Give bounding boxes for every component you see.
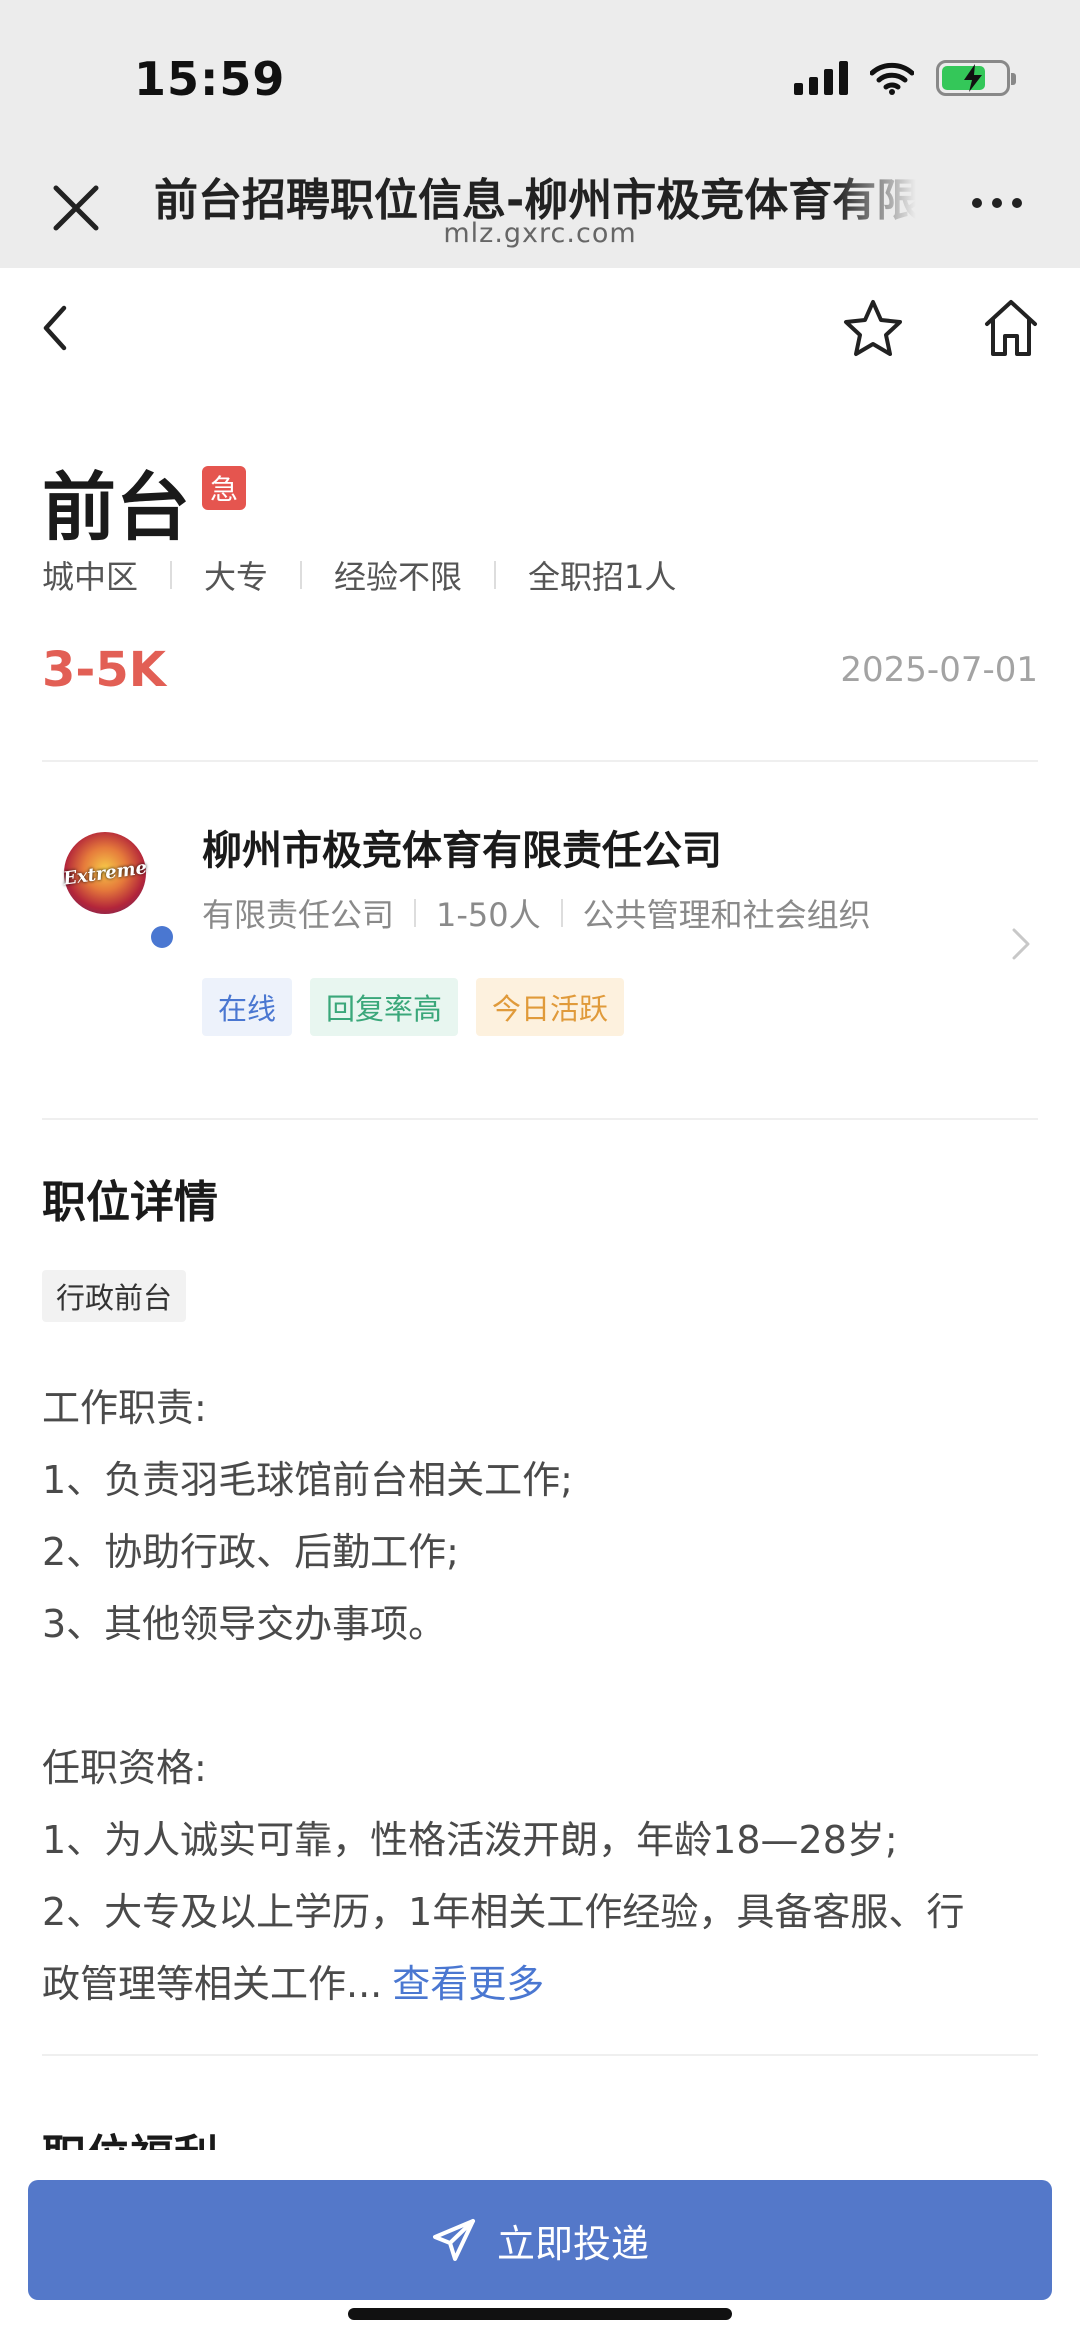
job-title: 前台 (42, 465, 190, 551)
apply-button[interactable]: 立即投递 (28, 2180, 1052, 2300)
status-icons (794, 58, 1016, 98)
section-divider (42, 760, 1038, 762)
urgent-badge: 急 (202, 466, 246, 510)
divider (414, 899, 417, 927)
home-indicator (348, 2308, 732, 2320)
section-divider (42, 1118, 1038, 1120)
description-line: 2、大专及以上学历，1年相关工作经验，具备客服、行 (42, 1890, 965, 1934)
company-name: 柳州市极竞体育有限责任公司 (202, 828, 722, 874)
job-meta: 城中区 大专 经验不限 全职招1人 (42, 552, 676, 598)
favorite-star-icon[interactable] (842, 298, 904, 360)
divider (170, 561, 173, 589)
divider (560, 899, 563, 927)
home-icon[interactable] (982, 298, 1040, 358)
company-logo: Extreme (61, 832, 149, 914)
job-experience: 经验不限 (334, 558, 463, 596)
job-type: 全职招1人 (528, 558, 677, 596)
job-category-tag: 行政前台 (42, 1270, 187, 1322)
company-meta: 有限责任公司 1-50人 公共管理和社会组织 (202, 890, 871, 936)
send-icon (432, 2219, 475, 2261)
tag-online: 在线 (202, 978, 293, 1036)
post-date: 2025-07-01 (840, 650, 1038, 690)
company-tags: 在线 回复率高 今日活跃 (202, 978, 625, 1036)
chevron-right-icon (1012, 928, 1030, 960)
more-options-button[interactable] (972, 198, 1022, 208)
logo-text: Extreme (61, 856, 149, 890)
description-line: 1、负责羽毛球馆前台相关工作; (42, 1458, 573, 1502)
salary: 3-5K (42, 642, 166, 698)
battery-icon (936, 60, 1016, 96)
back-icon[interactable] (36, 300, 76, 356)
company-size: 1-50人 (436, 896, 541, 934)
page-title: 前台招聘职位信息-柳州市极竞体育有限责任公司 (154, 164, 916, 220)
page-url: mlz.gxrc.com (443, 218, 637, 249)
tag-reply-rate: 回复率高 (310, 978, 459, 1036)
job-education: 大专 (204, 558, 269, 596)
divider (494, 561, 497, 589)
description-last-line: 政管理等相关工作... 查看更多 (42, 1948, 1042, 2020)
description-line: 工作职责: (42, 1386, 207, 1430)
description-line: 1、为人诚实可靠，性格活泼开朗，年龄18—28岁; (42, 1818, 898, 1862)
wifi-icon (870, 62, 914, 95)
section-title-benefits: 职位福利 (42, 2120, 218, 2150)
divider (300, 561, 303, 589)
job-location: 城中区 (42, 558, 139, 596)
view-more-link[interactable]: 查看更多 (392, 1962, 544, 2006)
status-time: 15:59 (134, 52, 286, 106)
company-type: 有限责任公司 (202, 896, 395, 934)
online-status-dot (151, 926, 173, 948)
section-title-job-details: 职位详情 (42, 1177, 218, 1228)
description-line-text: 政管理等相关工作... (42, 1962, 383, 2006)
job-description: 工作职责: 1、负责羽毛球馆前台相关工作; 2、协助行政、后勤工作; 3、其他领… (42, 1372, 1042, 2020)
apply-button-label: 立即投递 (496, 2221, 649, 2266)
browser-header: 15:59 前台招聘职位信息-柳州市极竞体育有限责任公司 mlz.gxrc.co… (0, 0, 1080, 268)
cellular-signal-icon (794, 61, 848, 95)
tag-active-today: 今日活跃 (476, 978, 625, 1036)
section-divider (42, 2054, 1038, 2056)
description-line: 3、其他领导交办事项。 (42, 1602, 447, 1646)
company-industry: 公共管理和社会组织 (582, 896, 871, 934)
description-line: 任职资格: (42, 1746, 207, 1790)
description-line: 2、协助行政、后勤工作; (42, 1530, 459, 1574)
